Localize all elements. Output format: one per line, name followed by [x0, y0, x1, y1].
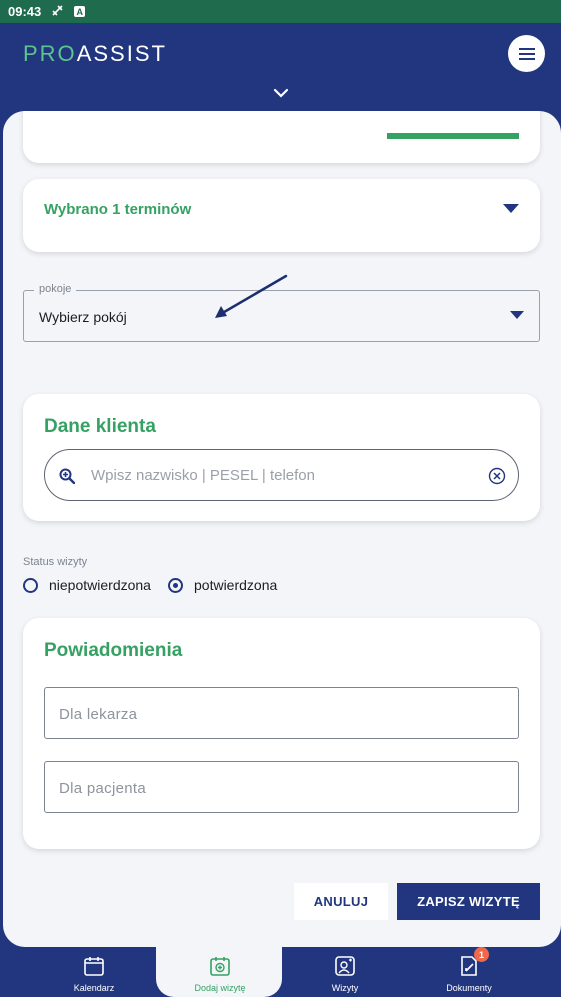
zoom-in-search-icon: [59, 468, 75, 484]
nav-item-add-visit[interactable]: Dodaj wizytę: [180, 947, 260, 997]
notifications-card-title: Powiadomienia: [44, 640, 183, 661]
clock: 09:43: [8, 4, 42, 19]
selected-terms-label: Wybrano 1 terminów: [44, 201, 192, 218]
radio-unchecked-icon[interactable]: [23, 577, 38, 593]
doctor-note-field[interactable]: [44, 687, 519, 739]
doctor-note-input[interactable]: [59, 701, 499, 727]
save-visit-button[interactable]: ZAPISZ WIZYTĘ: [397, 883, 540, 920]
visit-status-label: Status wizyty: [23, 556, 88, 568]
annotation-arrow-icon: [215, 274, 288, 318]
menu-button[interactable]: [508, 35, 545, 72]
client-search-input[interactable]: [91, 462, 471, 488]
notifications-card: Powiadomienia: [23, 618, 540, 849]
client-search[interactable]: [44, 449, 519, 501]
radio-unconfirmed-label: niepotwierdzona: [49, 577, 151, 593]
nav-item-calendar[interactable]: Kalendarz: [62, 947, 126, 997]
clear-icon[interactable]: [488, 467, 506, 485]
app-header: PROASSIST: [0, 23, 561, 113]
notification-badge: 1: [474, 947, 489, 962]
visits-icon: [335, 956, 355, 976]
calendar-add-icon: [210, 957, 230, 976]
patient-note-field[interactable]: [44, 761, 519, 813]
caret-down-icon[interactable]: [503, 204, 519, 213]
calendar-icon: [84, 957, 104, 976]
client-card-title: Dane klienta: [44, 416, 156, 437]
selected-slot-indicator: [387, 133, 519, 139]
room-select-value: Wybierz pokój: [39, 309, 127, 325]
nav-label-visits: Wizyty: [331, 983, 359, 993]
cancel-button[interactable]: ANULUJ: [294, 883, 388, 920]
status-bar: 09:43 A: [0, 0, 561, 23]
nav-item-documents[interactable]: Dokumenty 1: [438, 947, 500, 997]
form-sheet: Wybrano 1 terminów pokoje Wybierz pokój …: [3, 111, 561, 947]
terms-card[interactable]: Wybrano 1 terminów: [23, 179, 540, 252]
logo-part-1: PRO: [23, 41, 77, 66]
no-data-icon: [51, 4, 64, 20]
logo-part-2: ASSIST: [76, 41, 167, 66]
nav-label-documents: Dokumenty: [446, 983, 492, 993]
nav-item-visits[interactable]: Wizyty: [315, 947, 375, 997]
hamburger-icon: [518, 47, 535, 60]
bottom-navigation: Kalendarz Dodaj wizytę Wizyty Dokumenty …: [0, 935, 561, 997]
radio-confirmed-label: potwierdzona: [194, 577, 278, 593]
radio-checked-icon[interactable]: [168, 577, 183, 593]
app-logo: PROASSIST: [23, 41, 167, 67]
caret-down-icon: [510, 311, 524, 319]
date-card: [23, 111, 540, 163]
patient-note-input[interactable]: [59, 775, 499, 801]
nav-label-add-visit: Dodaj wizytę: [194, 983, 246, 993]
nav-label-calendar: Kalendarz: [73, 983, 115, 993]
chevron-down-icon[interactable]: [272, 86, 290, 100]
client-card: Dane klienta: [23, 394, 540, 521]
room-select-legend: pokoje: [34, 283, 77, 295]
radio-confirmed[interactable]: potwierdzona: [168, 577, 277, 593]
radio-unconfirmed[interactable]: niepotwierdzona: [23, 577, 151, 593]
app-notification-icon: A: [74, 6, 86, 17]
